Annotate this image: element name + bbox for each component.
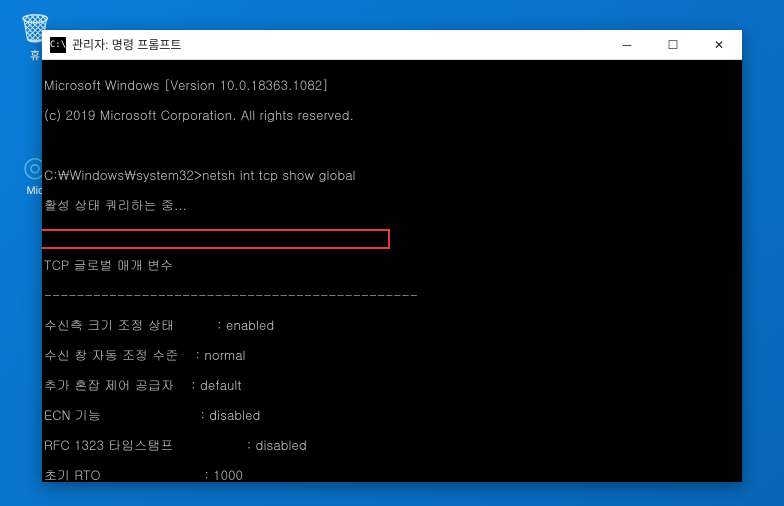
output-line: TCP 글로벌 매개 변수 <box>44 257 742 272</box>
window-title: 관리자: 명령 프롬프트 <box>72 36 604 53</box>
output-line: 추가 혼잡 제어 공급자 : default <box>44 377 742 392</box>
output-line: ECN 기능 : disabled <box>44 407 742 422</box>
output-line: 활성 상태 쿼리하는 중... <box>44 197 742 212</box>
titlebar[interactable]: C:\ 관리자: 명령 프롬프트 ─ ☐ ✕ <box>42 30 742 60</box>
window-controls: ─ ☐ ✕ <box>604 30 742 59</box>
desktop-icon-label: Mic <box>26 185 43 197</box>
desktop-icon-label: 휴 <box>30 50 40 62</box>
output-line: 초기 RTO : 1000 <box>44 467 742 482</box>
maximize-button[interactable]: ☐ <box>650 30 696 59</box>
output-line: 수신 창 자동 조정 수준 : normal <box>44 347 742 362</box>
prompt-line: C:\Windows\system32>netsh int tcp show g… <box>44 167 742 182</box>
output-line <box>44 227 742 242</box>
output-line <box>44 137 742 152</box>
separator-line: ----------------------------------------… <box>44 287 742 302</box>
minimize-button[interactable]: ─ <box>604 30 650 59</box>
close-button[interactable]: ✕ <box>696 30 742 59</box>
output-line: (c) 2019 Microsoft Corporation. All righ… <box>44 107 742 122</box>
cmd-window: C:\ 관리자: 명령 프롬프트 ─ ☐ ✕ Microsoft Windows… <box>42 30 742 482</box>
output-line: 수신측 크기 조정 상태 : enabled <box>44 317 742 332</box>
output-line: Microsoft Windows [Version 10.0.18363.10… <box>44 77 742 92</box>
cmd-icon: C:\ <box>50 37 66 53</box>
output-line: RFC 1323 타임스탬프 : disabled <box>44 437 742 452</box>
terminal-output[interactable]: Microsoft Windows [Version 10.0.18363.10… <box>42 60 742 482</box>
